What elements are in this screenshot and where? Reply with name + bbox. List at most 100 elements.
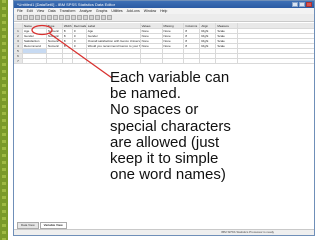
- cell-type[interactable]: Numeric: [47, 44, 63, 48]
- cell-type[interactable]: [47, 54, 63, 58]
- cell-measure[interactable]: [216, 54, 239, 58]
- weight-cases-icon[interactable]: [95, 15, 100, 20]
- cell-missing[interactable]: None: [163, 39, 185, 43]
- cell-values[interactable]: None: [141, 44, 163, 48]
- cell-values[interactable]: None: [141, 39, 163, 43]
- cell-measure[interactable]: Scale: [216, 44, 239, 48]
- cell-measure[interactable]: Scale: [216, 39, 239, 43]
- cell-align[interactable]: [200, 54, 217, 58]
- header-missing[interactable]: Missing: [163, 23, 185, 28]
- cell-missing[interactable]: None: [163, 44, 185, 48]
- cell-missing[interactable]: [163, 59, 185, 63]
- cell-measure[interactable]: Scale: [216, 29, 239, 33]
- header-label[interactable]: Label: [87, 23, 141, 28]
- cell-values[interactable]: [141, 54, 163, 58]
- insert-cases-icon[interactable]: [77, 15, 82, 20]
- cell-align[interactable]: [200, 59, 217, 63]
- maximize-button[interactable]: [299, 2, 305, 7]
- header-measure[interactable]: Measure: [216, 23, 239, 28]
- dialog-recall-icon[interactable]: [35, 15, 40, 20]
- goto-case-icon[interactable]: [53, 15, 58, 20]
- insert-variable-icon[interactable]: [83, 15, 88, 20]
- cell-decimals[interactable]: 0: [73, 29, 87, 33]
- cell-width[interactable]: [63, 54, 73, 58]
- cell-name[interactable]: Gender: [23, 34, 47, 38]
- header-name[interactable]: Name: [23, 23, 47, 28]
- open-icon[interactable]: [17, 15, 22, 20]
- cell-type[interactable]: Numeric: [47, 34, 63, 38]
- save-icon[interactable]: [23, 15, 28, 20]
- cell-name[interactable]: [23, 54, 47, 58]
- print-icon[interactable]: [29, 15, 34, 20]
- cell-missing[interactable]: None: [163, 29, 185, 33]
- header-width[interactable]: Width: [63, 23, 73, 28]
- cell-decimals[interactable]: [73, 59, 87, 63]
- cell-align[interactable]: Right: [200, 44, 217, 48]
- minimize-button[interactable]: [292, 2, 298, 7]
- header-columns[interactable]: Columns: [184, 23, 201, 28]
- cell-name[interactable]: Satisfaction: [23, 39, 47, 43]
- cell-name[interactable]: [22, 49, 47, 53]
- cell-label[interactable]: [87, 49, 141, 53]
- cell-values[interactable]: [141, 49, 163, 53]
- cell-align[interactable]: Right: [200, 39, 217, 43]
- cell-columns[interactable]: 8: [184, 34, 201, 38]
- cell-decimals[interactable]: [73, 54, 87, 58]
- cell-label[interactable]: Would you recommend Genco to your friend…: [87, 44, 141, 48]
- cell-values[interactable]: [141, 59, 163, 63]
- cell-name[interactable]: Age: [23, 29, 47, 33]
- close-button[interactable]: [306, 2, 312, 7]
- cell-width[interactable]: 8: [63, 44, 73, 48]
- cell-label[interactable]: [87, 54, 141, 58]
- cell-columns[interactable]: 8: [184, 39, 201, 43]
- cell-width[interactable]: 8: [63, 29, 73, 33]
- cell-decimals[interactable]: 0: [73, 44, 87, 48]
- cell-label[interactable]: Overall satisfaction with Genco Universi…: [87, 39, 141, 43]
- cell-label[interactable]: [87, 59, 141, 63]
- cell-measure[interactable]: [216, 49, 239, 53]
- cell-type[interactable]: Numeric: [47, 39, 63, 43]
- variables-icon[interactable]: [65, 15, 70, 20]
- cell-align[interactable]: [200, 49, 217, 53]
- cell-decimals[interactable]: 0: [73, 39, 87, 43]
- undo-icon[interactable]: [41, 15, 46, 20]
- cell-name[interactable]: [23, 59, 47, 63]
- cell-width[interactable]: 8: [63, 39, 73, 43]
- find-icon[interactable]: [71, 15, 76, 20]
- cell-label[interactable]: Gender: [87, 34, 141, 38]
- cell-missing[interactable]: [163, 49, 185, 53]
- cell-columns[interactable]: [184, 59, 201, 63]
- cell-missing[interactable]: [163, 54, 185, 58]
- cell-width[interactable]: [63, 59, 73, 63]
- cell-measure[interactable]: Scale: [216, 34, 239, 38]
- goto-variable-icon[interactable]: [59, 15, 64, 20]
- value-labels-icon[interactable]: [107, 15, 112, 20]
- split-file-icon[interactable]: [89, 15, 94, 20]
- cell-type[interactable]: [47, 49, 63, 53]
- cell-missing[interactable]: None: [163, 34, 185, 38]
- tab-variable-view[interactable]: Variable View: [39, 222, 67, 229]
- cell-align[interactable]: Right: [200, 34, 217, 38]
- header-decimals[interactable]: Decimals: [73, 23, 87, 28]
- header-values[interactable]: Values: [141, 23, 163, 28]
- cell-columns[interactable]: [184, 49, 201, 53]
- cell-align[interactable]: Right: [200, 29, 217, 33]
- cell-type[interactable]: [47, 59, 63, 63]
- cell-width[interactable]: [63, 49, 73, 53]
- cell-columns[interactable]: [184, 54, 201, 58]
- cell-decimals[interactable]: [73, 49, 87, 53]
- tab-data-view[interactable]: Data View: [17, 222, 39, 229]
- header-type[interactable]: Type: [47, 23, 63, 28]
- redo-icon[interactable]: [47, 15, 52, 20]
- cell-type[interactable]: Numeric: [47, 29, 63, 33]
- cell-values[interactable]: None: [141, 34, 163, 38]
- header-align[interactable]: Align: [200, 23, 217, 28]
- cell-values[interactable]: None: [141, 29, 163, 33]
- cell-columns[interactable]: 8: [184, 44, 201, 48]
- cell-measure[interactable]: [216, 59, 239, 63]
- cell-width[interactable]: 8: [63, 34, 73, 38]
- cell-label[interactable]: Age: [87, 29, 141, 33]
- select-cases-icon[interactable]: [101, 15, 106, 20]
- cell-columns[interactable]: 8: [184, 29, 201, 33]
- cell-name[interactable]: Recommend: [23, 44, 47, 48]
